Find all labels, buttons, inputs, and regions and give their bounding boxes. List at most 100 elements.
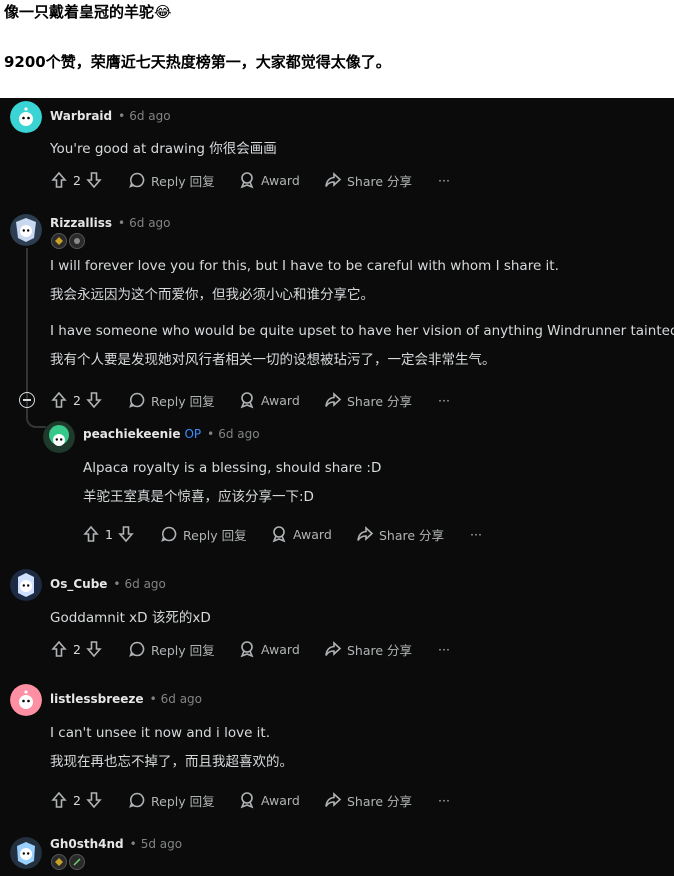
comment-bubble-icon xyxy=(161,526,177,542)
downvote-icon[interactable] xyxy=(85,640,103,658)
snoo-avatar-icon xyxy=(43,421,75,453)
award-button[interactable]: Award xyxy=(270,523,332,545)
upvote-icon[interactable] xyxy=(50,391,68,409)
award-button[interactable]: Award xyxy=(238,789,300,811)
more-options-button[interactable]: ··· xyxy=(433,169,450,191)
downvote-icon[interactable] xyxy=(117,525,135,543)
more-icon: ··· xyxy=(438,392,450,408)
avatar[interactable] xyxy=(10,684,42,716)
timestamp[interactable]: 5d ago xyxy=(141,837,182,851)
avatar[interactable] xyxy=(10,837,42,869)
downvote-icon[interactable] xyxy=(85,391,103,409)
downvote-icon[interactable] xyxy=(85,171,103,189)
snoo-avatar-icon xyxy=(10,569,42,601)
comment-meta: Warbraid • 6d ago xyxy=(50,109,171,123)
vote-count: 1 xyxy=(105,526,113,542)
avatar[interactable] xyxy=(10,214,42,246)
flair-badges xyxy=(51,233,85,249)
vote-count: 2 xyxy=(73,792,81,808)
award-icon xyxy=(272,526,286,543)
post-subtitle: 9200个赞，荣膺近七天热度榜第一，大家都觉得太像了。 xyxy=(4,53,391,71)
comment-text-translation: 我会永远因为这个而爱你，但我必须小心和谁分享它。 xyxy=(50,287,374,303)
snoo-avatar-icon xyxy=(10,101,42,133)
reply-button[interactable]: Reply 回复 xyxy=(128,638,215,660)
share-icon xyxy=(325,792,342,807)
comment-meta: peachiekeenie OP • 6d ago xyxy=(83,427,260,441)
comments-panel: Warbraid • 6d ago You're good at drawing 你… xyxy=(0,98,674,876)
username[interactable]: peachiekeenie xyxy=(83,427,180,441)
class-badge-icon xyxy=(69,233,85,249)
comment-bubble-icon xyxy=(129,172,145,188)
comment-meta: Gh0sth4nd • 5d ago xyxy=(50,837,183,851)
share-icon xyxy=(325,641,342,656)
username[interactable]: Warbraid xyxy=(50,109,112,123)
more-options-button[interactable]: ··· xyxy=(433,789,450,811)
upvote-icon[interactable] xyxy=(82,525,100,543)
share-button[interactable]: Share 分享 xyxy=(324,169,412,191)
timestamp[interactable]: 6d ago xyxy=(218,427,259,441)
timestamp[interactable]: 6d ago xyxy=(129,216,170,230)
post-title: 像一只戴着皇冠的羊驼😂 xyxy=(4,3,172,21)
reply-button[interactable]: Reply 回复 xyxy=(128,389,215,411)
comment-bubble-icon xyxy=(129,792,145,808)
share-button[interactable]: Share 分享 xyxy=(324,789,412,811)
comment-warbraid: Warbraid • 6d ago You're good at drawing 你… xyxy=(0,98,674,198)
alliance-badge-icon xyxy=(51,233,67,249)
award-icon xyxy=(240,172,254,189)
award-icon xyxy=(240,392,254,409)
more-options-button[interactable]: ··· xyxy=(465,523,482,545)
comment-meta: Os_Cube • 6d ago xyxy=(50,577,166,591)
vote-group: 2 xyxy=(50,789,103,811)
vote-group: 2 xyxy=(50,169,103,191)
username[interactable]: Os_Cube xyxy=(50,577,107,591)
timestamp[interactable]: 6d ago xyxy=(161,692,202,706)
upvote-icon[interactable] xyxy=(50,171,68,189)
comment-listlessbreeze: listlessbreeze • 6d ago I can't unsee it n… xyxy=(0,681,674,821)
avatar[interactable] xyxy=(43,421,75,453)
reply-button[interactable]: Reply 回复 xyxy=(160,523,247,545)
share-button[interactable]: Share 分享 xyxy=(324,389,412,411)
more-icon: ··· xyxy=(438,641,450,657)
award-button[interactable]: Award xyxy=(238,638,300,660)
upvote-icon[interactable] xyxy=(50,640,68,658)
comment-text: You're good at drawing 你很会画画 xyxy=(50,141,277,157)
more-icon: ··· xyxy=(470,526,482,542)
snoo-avatar-icon xyxy=(10,837,42,869)
snoo-avatar-icon xyxy=(10,214,42,246)
timestamp[interactable]: 6d ago xyxy=(129,109,170,123)
share-icon xyxy=(325,172,342,187)
award-button[interactable]: Award xyxy=(238,389,300,411)
collapse-thread-button[interactable] xyxy=(19,392,35,408)
username[interactable]: listlessbreeze xyxy=(50,692,144,706)
comment-meta: Rizzalliss • 6d ago xyxy=(50,216,171,230)
comment-bubble-icon xyxy=(129,641,145,657)
award-icon xyxy=(240,641,254,658)
share-button[interactable]: Share 分享 xyxy=(356,523,444,545)
vote-group: 2 xyxy=(50,389,103,411)
vote-count: 2 xyxy=(73,172,81,188)
timestamp[interactable]: 6d ago xyxy=(125,577,166,591)
downvote-icon[interactable] xyxy=(85,791,103,809)
flair-badges xyxy=(51,854,85,870)
award-button[interactable]: Award xyxy=(238,169,300,191)
vote-group: 1 xyxy=(82,523,135,545)
avatar[interactable] xyxy=(10,101,42,133)
action-bar: 2 Reply 回复 Award Share 分享 ··· xyxy=(50,638,650,660)
comment-text-translation: 我现在再也忘不掉了，而且我超喜欢的。 xyxy=(50,754,293,770)
snoo-avatar-icon xyxy=(10,684,42,716)
more-options-button[interactable]: ··· xyxy=(433,389,450,411)
reply-button[interactable]: Reply 回复 xyxy=(128,789,215,811)
reply-button[interactable]: Reply 回复 xyxy=(128,169,215,191)
avatar[interactable] xyxy=(10,569,42,601)
comment-gh0sth4nd: Gh0sth4nd • 5d ago xyxy=(0,831,674,876)
upvote-icon[interactable] xyxy=(50,791,68,809)
comment-rizzalliss: Rizzalliss • 6d ago I will forever love yo… xyxy=(0,206,674,416)
comment-bubble-icon xyxy=(129,392,145,408)
username[interactable]: Gh0sth4nd xyxy=(50,837,124,851)
vote-group: 2 xyxy=(50,638,103,660)
more-options-button[interactable]: ··· xyxy=(433,638,450,660)
username[interactable]: Rizzalliss xyxy=(50,216,112,230)
comment-text: Alpaca royalty is a blessing, should sha… xyxy=(83,460,382,476)
award-icon xyxy=(240,792,254,809)
share-button[interactable]: Share 分享 xyxy=(324,638,412,660)
